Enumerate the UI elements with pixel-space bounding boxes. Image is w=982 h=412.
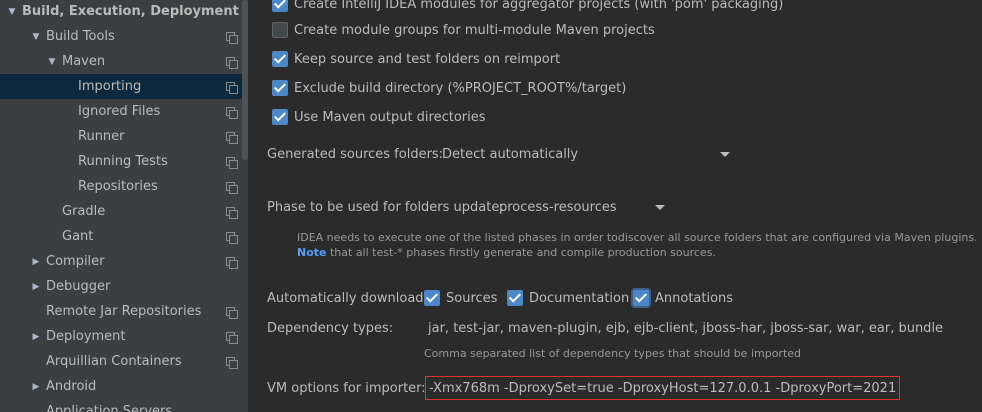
- expand-down-icon[interactable]: ▼: [46, 57, 58, 67]
- checkbox-row-exclude-build-dir[interactable]: Exclude build directory (%PROJECT_ROOT%/…: [272, 78, 626, 98]
- checkbox-documentation[interactable]: [507, 290, 523, 306]
- checkbox-label: Use Maven output directories: [294, 109, 486, 125]
- chevron-down-icon: [720, 151, 730, 157]
- checkbox-row-maven-output-dirs[interactable]: Use Maven output directories: [272, 107, 486, 127]
- maven-importing-panel: Create IntelliJ IDEA modules for aggrega…: [248, 0, 982, 412]
- checkbox-exclude-build-dir[interactable]: [272, 80, 288, 96]
- dependency-types-hint: Comma separated list of dependency types…: [424, 347, 802, 360]
- checkbox-row-module-groups[interactable]: Create module groups for multi-module Ma…: [272, 20, 655, 40]
- sidebar-item-arquillian-containers[interactable]: Arquillian Containers: [0, 349, 242, 374]
- sidebar-item-gant[interactable]: Gant: [0, 224, 242, 249]
- sidebar-item-label: Debugger: [46, 279, 111, 294]
- checkbox-row-annotations[interactable]: Annotations: [633, 288, 733, 308]
- checkbox-label: Exclude build directory (%PROJECT_ROOT%/…: [294, 80, 627, 96]
- project-settings-icon: [226, 106, 238, 119]
- sidebar-item-label: Gradle: [62, 204, 106, 219]
- checkbox-annotations[interactable]: [633, 290, 649, 306]
- project-settings-icon: [226, 181, 238, 194]
- sidebar-item-deployment[interactable]: ▶ Deployment: [0, 324, 242, 349]
- checkbox-module-groups[interactable]: [272, 22, 288, 38]
- vm-options-input[interactable]: -Xmx768m -DproxySet=true -DproxyHost=127…: [425, 376, 901, 400]
- project-settings-icon: [226, 31, 238, 44]
- phase-label: Phase to be used for folders update:: [267, 199, 504, 215]
- checkbox-keep-folders[interactable]: [272, 51, 288, 67]
- project-settings-icon: [226, 356, 238, 369]
- expand-down-icon[interactable]: ▼: [30, 32, 42, 42]
- checkbox-maven-output-dirs[interactable]: [272, 109, 288, 125]
- phase-hint-line-2: Note that all test-* phases firstly gene…: [297, 246, 716, 259]
- sidebar-item-android[interactable]: ▶ Android: [0, 374, 242, 399]
- note-text: that all test-* phases firstly generate …: [326, 246, 716, 259]
- sidebar-item-label: Build, Execution, Deployment: [22, 4, 239, 19]
- chevron-down-icon: [655, 204, 665, 210]
- checkbox-label: Documentation: [529, 290, 630, 306]
- sidebar-item-label: Ignored Files: [78, 104, 161, 119]
- note-label: Note: [297, 246, 327, 259]
- expand-down-icon[interactable]: ▼: [6, 7, 18, 17]
- project-settings-icon: [226, 131, 238, 144]
- sidebar-item-maven[interactable]: ▼ Maven: [0, 49, 242, 74]
- sidebar-item-compiler[interactable]: ▶ Compiler: [0, 249, 242, 274]
- checkbox-label: Create module groups for multi-module Ma…: [294, 22, 655, 38]
- sidebar-item-label: Android: [46, 379, 97, 394]
- sidebar-item-repositories[interactable]: Repositories: [0, 174, 242, 199]
- auto-download-label: Automatically download:: [267, 290, 428, 306]
- settings-tree: ▼ Build, Execution, Deployment ▼ Build Tool…: [0, 0, 242, 412]
- sidebar-item-label: Runner: [78, 129, 125, 144]
- project-settings-icon: [226, 81, 238, 94]
- checkbox-row-keep-folders[interactable]: Keep source and test folders on reimport: [272, 49, 560, 69]
- main-scrollbar[interactable]: [976, 0, 982, 412]
- sidebar-item-label: Application Servers: [46, 404, 173, 412]
- sidebar-item-label: Compiler: [46, 254, 105, 269]
- sidebar-item-label: Importing: [78, 79, 142, 94]
- sidebar-item-runner[interactable]: Runner: [0, 124, 242, 149]
- sidebar-item-importing[interactable]: Importing: [0, 74, 242, 99]
- sidebar-item-debugger[interactable]: ▶ Debugger: [0, 274, 242, 299]
- generated-sources-dropdown[interactable]: Detect automatically: [442, 141, 730, 167]
- sidebar-item-label: Running Tests: [78, 154, 168, 169]
- sidebar-item-label: Deployment: [46, 329, 126, 344]
- expand-right-icon[interactable]: ▶: [30, 382, 42, 392]
- expand-right-icon[interactable]: ▶: [30, 257, 42, 267]
- project-settings-icon: [226, 331, 238, 344]
- checkbox-label: Create IntelliJ IDEA modules for aggrega…: [294, 0, 784, 12]
- checkbox-aggregator-modules[interactable]: [272, 0, 288, 12]
- checkbox-row-sources[interactable]: Sources: [424, 288, 497, 308]
- sidebar-item-label: Build Tools: [46, 29, 115, 44]
- checkbox-label: Annotations: [655, 290, 734, 306]
- sidebar-item-label: Repositories: [78, 179, 158, 194]
- sidebar-item-build-execution-deployment[interactable]: ▼ Build, Execution, Deployment: [0, 0, 242, 24]
- checkbox-row-aggregator-modules[interactable]: Create IntelliJ IDEA modules for aggrega…: [272, 0, 783, 14]
- sidebar-item-remote-jar-repositories[interactable]: Remote Jar Repositories: [0, 299, 242, 324]
- sidebar-item-application-servers[interactable]: Application Servers: [0, 399, 242, 412]
- dependency-types-label: Dependency types:: [267, 320, 394, 336]
- checkbox-label: Sources: [446, 290, 498, 306]
- phase-dropdown[interactable]: process-resources: [499, 194, 665, 220]
- expand-right-icon[interactable]: ▶: [30, 332, 42, 342]
- sidebar-item-gradle[interactable]: Gradle: [0, 199, 242, 224]
- checkbox-row-documentation[interactable]: Documentation: [507, 288, 629, 308]
- project-settings-icon: [226, 156, 238, 169]
- sidebar-item-label: Remote Jar Repositories: [46, 304, 202, 319]
- dropdown-value: process-resources: [499, 199, 617, 215]
- sidebar-item-ignored-files[interactable]: Ignored Files: [0, 99, 242, 124]
- sidebar-item-build-tools[interactable]: ▼ Build Tools: [0, 24, 242, 49]
- project-settings-icon: [226, 231, 238, 244]
- checkbox-label: Keep source and test folders on reimport: [294, 51, 561, 67]
- phase-hint-line-1: IDEA needs to execute one of the listed …: [297, 231, 978, 244]
- sidebar-item-running-tests[interactable]: Running Tests: [0, 149, 242, 174]
- generated-sources-label: Generated sources folders:: [267, 146, 444, 162]
- sidebar-item-label: Maven: [62, 54, 106, 69]
- project-settings-icon: [226, 256, 238, 269]
- dropdown-value: Detect automatically: [442, 146, 579, 162]
- expand-right-icon[interactable]: ▶: [30, 282, 42, 292]
- sidebar-item-label: Gant: [62, 229, 94, 244]
- checkbox-sources[interactable]: [424, 290, 440, 306]
- vm-options-label: VM options for importer:: [267, 380, 426, 396]
- dependency-types-input[interactable]: jar, test-jar, maven-plugin, ejb, ejb-cl…: [428, 317, 943, 339]
- sidebar-item-label: Arquillian Containers: [46, 354, 182, 369]
- project-settings-icon: [226, 56, 238, 69]
- project-settings-icon: [226, 206, 238, 219]
- project-settings-icon: [226, 306, 238, 319]
